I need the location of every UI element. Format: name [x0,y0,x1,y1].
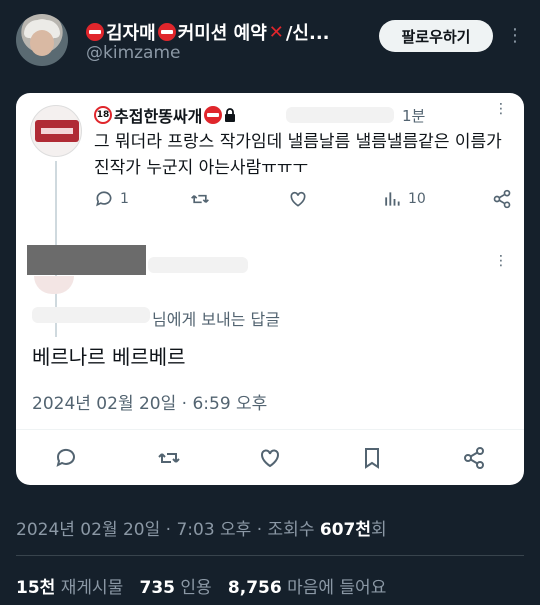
retweets-label: 재게시물 [60,578,124,598]
no-entry-icon [157,23,176,41]
author-avatar[interactable] [16,14,68,66]
reply-tweet-text: 베르나르 베르베르 [32,345,186,369]
view-count-suffix: 회 [371,520,387,540]
redacted-reply-target [32,307,150,323]
tweet-meta: 2024년 02월 20일 · 7:03 오후 · 조회수 607천회 [16,515,387,540]
views-action: 10 [382,189,426,209]
display-name-suffix: 커미션 예약 [177,23,267,44]
more-vertical-icon: ⋮ [494,253,508,269]
attached-screenshot[interactable]: 18 추접한똥싸개 1분 ⋮ 그 뭐더라 프랑스 작가임데 낼름날름 낼름낼름같… [16,93,524,485]
lock-icon [225,108,236,122]
view-count: 607천 [319,520,372,540]
author-display-name[interactable]: 김자매 커미션 예약 ✕ /신... [86,19,330,45]
no-under-18-icon: 18 [94,106,112,124]
avatar-image [35,120,79,142]
no-entry-icon [86,23,104,41]
reply-author-avatar [34,276,74,294]
reply-icon [56,448,75,467]
retweet-icon [158,453,180,463]
original-time: 1분 [402,107,426,125]
bookmark-icon [365,448,379,469]
original-action-bar: 1 10 [94,189,511,213]
display-name-suffix-2: /신... [285,23,330,44]
divider [16,429,524,430]
quotes-label: 인용 [180,578,212,598]
share-icon [464,447,484,469]
heart-icon [261,449,279,468]
likes-stat[interactable]: 8,756 마음에 들어요 [228,578,386,598]
quotes-stat[interactable]: 735 인용 [140,578,212,598]
tweet-header: 김자매 커미션 예약 ✕ /신... @kimzame 팔로우하기 ⋮ [0,0,540,82]
likes-count: 8,756 [227,578,282,598]
divider [16,555,524,556]
share-action [492,189,512,209]
retweets-stat[interactable]: 15천 재게시물 [16,578,123,598]
reply-action-bar [16,443,524,473]
likes-label: 마음에 들어요 [287,578,387,598]
share-icon [493,189,511,209]
quotes-count: 735 [139,578,176,598]
author-handle[interactable]: @kimzame [86,43,181,63]
reply-timestamp: 2024년 02월 20일 · 6:59 오후 [32,394,268,414]
views-icon [385,192,400,206]
reply-to-label: 님에게 보내는 답글 [152,310,280,329]
reply-count: 1 [120,191,129,207]
more-vertical-icon: ⋮ [494,101,508,117]
follow-button[interactable]: 팔로우하기 [379,20,493,52]
original-author-name: 18 추접한똥싸개 [94,103,236,127]
original-tweet-text: 그 뭐더라 프랑스 작가임데 낼름날름 낼름낼름같은 이름가진작가 누군지 아는… [94,132,502,178]
reply-icon [96,191,112,207]
retweet-action [190,189,210,209]
avatar-face [30,30,54,56]
original-author-avatar [30,105,82,157]
redacted-handle [286,107,394,123]
censor-block [27,245,146,275]
retweet-icon [191,194,209,204]
engagement-stats: 15천 재게시물 735 인용 8,756 마음에 들어요 [16,573,386,598]
more-vertical-icon[interactable]: ⋮ [505,22,525,50]
heart-icon [290,191,306,207]
redacted-reply-name [148,257,248,273]
original-name-text: 추접한똥싸개 [114,107,203,126]
tweet-timestamp[interactable]: 2024년 02월 20일 · 7:03 오후 · 조회수 [16,520,320,540]
like-action [288,189,308,209]
views-count: 10 [408,191,426,207]
display-name-text: 김자매 [106,23,156,44]
reply-action: 1 [94,189,129,209]
cross-mark-icon: ✕ [268,21,284,43]
retweets-count: 15천 [16,578,56,598]
no-entry-icon [204,106,223,124]
